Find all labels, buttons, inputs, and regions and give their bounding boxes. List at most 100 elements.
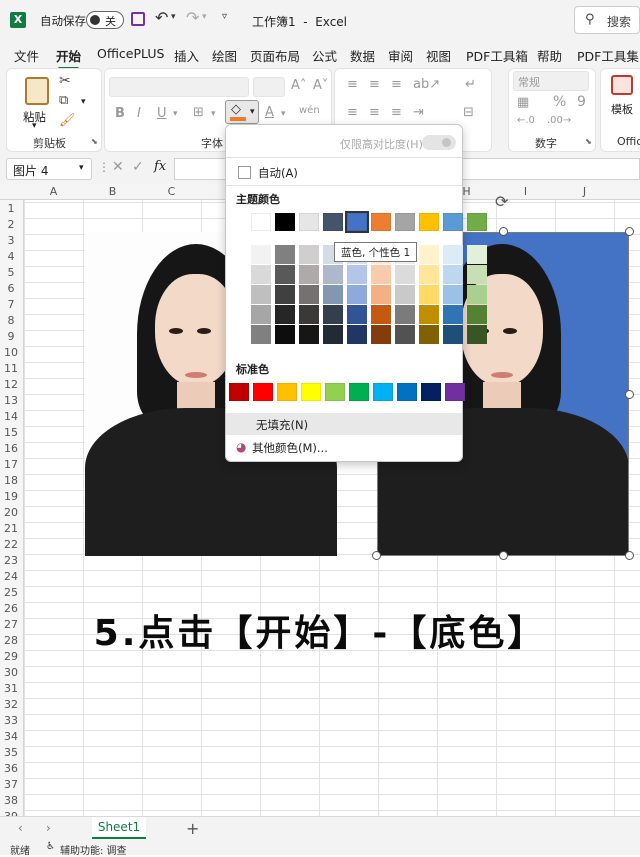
tab-officeplus[interactable]: OfficePLUS [97, 46, 164, 61]
orientation-icon[interactable]: ab↗ [413, 77, 440, 92]
theme-shade-swatch[interactable] [443, 245, 463, 264]
no-fill-item[interactable]: 无填充(N) [226, 413, 462, 435]
row-header[interactable]: 25 [0, 586, 22, 599]
resize-handle[interactable] [499, 551, 508, 560]
theme-shade-swatch[interactable] [275, 245, 295, 264]
theme-color-swatch[interactable] [275, 213, 295, 231]
theme-shade-swatch[interactable] [347, 325, 367, 344]
more-colors-item[interactable]: ◕ 其他颜色(M)... [226, 436, 462, 458]
decrease-decimal-icon[interactable]: .00→ [547, 115, 571, 126]
row-header[interactable]: 22 [0, 538, 22, 551]
theme-shade-swatch[interactable] [395, 285, 415, 304]
theme-shade-swatch[interactable] [371, 325, 391, 344]
scroll-left-icon[interactable]: ‹ [18, 821, 23, 835]
theme-shade-swatch[interactable] [347, 285, 367, 304]
row-header[interactable]: 4 [0, 250, 22, 263]
redo-icon[interactable]: ↷ [186, 8, 199, 27]
theme-shade-swatch[interactable] [251, 285, 271, 304]
chevron-down-icon[interactable]: ▾ [173, 109, 178, 119]
row-header[interactable]: 21 [0, 522, 22, 535]
theme-shade-swatch[interactable] [323, 305, 343, 324]
row-header[interactable]: 8 [0, 314, 22, 327]
row-header[interactable]: 3 [0, 234, 22, 247]
theme-shade-swatch[interactable] [419, 305, 439, 324]
theme-shade-swatch[interactable] [299, 305, 319, 324]
row-header[interactable]: 5 [0, 266, 22, 279]
theme-color-swatch[interactable] [345, 211, 369, 233]
standard-color-swatch[interactable] [397, 383, 417, 401]
name-box[interactable]: 图片 4 ▾ [6, 158, 92, 180]
theme-shade-swatch[interactable] [419, 245, 439, 264]
tab-formulas[interactable]: 公式 [312, 46, 337, 65]
theme-shade-swatch[interactable] [251, 265, 271, 284]
theme-shade-swatch[interactable] [323, 325, 343, 344]
font-name-select[interactable] [109, 77, 249, 97]
wrap-text-icon[interactable]: ↵ [465, 77, 476, 92]
row-header[interactable]: 7 [0, 298, 22, 311]
theme-color-swatch[interactable] [395, 213, 415, 231]
copy-icon[interactable]: ⧉ [59, 93, 68, 108]
column-header[interactable]: C [142, 185, 201, 198]
row-header[interactable]: 2 [0, 218, 22, 231]
theme-shade-swatch[interactable] [251, 245, 271, 264]
theme-color-swatch[interactable] [323, 213, 343, 231]
percent-icon[interactable]: % [553, 94, 566, 110]
align-left-icon[interactable]: ≡ [347, 105, 358, 120]
align-middle-icon[interactable]: ≡ [369, 77, 380, 92]
column-header[interactable]: K [614, 185, 640, 198]
row-header[interactable]: 36 [0, 762, 22, 775]
theme-shade-swatch[interactable] [443, 265, 463, 284]
save-icon[interactable] [131, 12, 145, 26]
row-header[interactable]: 17 [0, 458, 22, 471]
theme-color-swatch[interactable] [419, 213, 439, 231]
row-header[interactable]: 30 [0, 666, 22, 679]
theme-shade-swatch[interactable] [347, 305, 367, 324]
tab-help[interactable]: 帮助 [537, 46, 562, 65]
row-header[interactable]: 24 [0, 570, 22, 583]
theme-shade-swatch[interactable] [299, 325, 319, 344]
theme-color-swatch[interactable] [371, 213, 391, 231]
standard-color-swatch[interactable] [277, 383, 297, 401]
fill-color-button[interactable]: ◇ ▾ [225, 100, 259, 124]
row-header[interactable]: 37 [0, 778, 22, 791]
theme-shade-swatch[interactable] [419, 285, 439, 304]
resize-handle[interactable] [625, 390, 634, 399]
format-painter-icon[interactable]: 🖌 [59, 113, 76, 128]
theme-shade-swatch[interactable] [371, 265, 391, 284]
standard-color-swatch[interactable] [373, 383, 393, 401]
template-label[interactable]: 模板 [611, 101, 633, 117]
theme-shade-swatch[interactable] [275, 285, 295, 304]
resize-handle[interactable] [625, 227, 634, 236]
theme-shade-swatch[interactable] [371, 285, 391, 304]
dialog-launcher-icon[interactable]: ⬊ [91, 137, 98, 146]
row-header[interactable]: 15 [0, 426, 22, 439]
dialog-launcher-icon[interactable]: ⬊ [585, 137, 592, 146]
tab-data[interactable]: 数据 [350, 46, 375, 65]
template-icon[interactable] [611, 75, 633, 95]
theme-shade-swatch[interactable] [299, 245, 319, 264]
scroll-right-icon[interactable]: › [46, 821, 51, 835]
align-bottom-icon[interactable]: ≡ [391, 77, 402, 92]
theme-shade-swatch[interactable] [347, 265, 367, 284]
theme-shade-swatch[interactable] [395, 305, 415, 324]
chevron-down-icon[interactable]: ▾ [81, 97, 86, 107]
row-header[interactable]: 14 [0, 410, 22, 423]
standard-color-swatch[interactable] [325, 383, 345, 401]
bold-icon[interactable]: B [115, 106, 125, 121]
align-right-icon[interactable]: ≡ [391, 105, 402, 120]
search-box[interactable]: ⚲ 搜索 [574, 6, 640, 34]
comma-icon[interactable]: 9 [577, 94, 586, 110]
chevron-down-icon[interactable]: ▾ [281, 109, 286, 119]
row-header[interactable]: 31 [0, 682, 22, 695]
theme-shade-swatch[interactable] [275, 325, 295, 344]
theme-color-swatch[interactable] [299, 213, 319, 231]
theme-shade-swatch[interactable] [395, 325, 415, 344]
customize-qat-icon[interactable]: ▿ [222, 11, 227, 22]
theme-shade-swatch[interactable] [419, 325, 439, 344]
tab-review[interactable]: 审阅 [388, 46, 413, 65]
phonetic-icon[interactable]: wén [299, 105, 320, 116]
row-header[interactable]: 33 [0, 714, 22, 727]
standard-color-swatch[interactable] [445, 383, 465, 401]
italic-icon[interactable]: I [137, 106, 141, 121]
theme-color-swatch[interactable] [443, 213, 463, 231]
